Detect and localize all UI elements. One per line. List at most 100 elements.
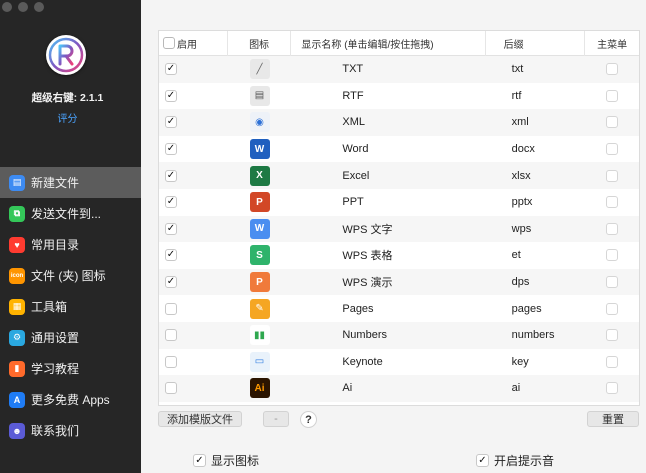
table-row[interactable]: ╱ TXT txt	[159, 56, 639, 83]
table-row[interactable]: ▤ RTF rtf	[159, 82, 639, 110]
main-menu-cell	[585, 295, 639, 322]
sound-option[interactable]: 开启提示音	[476, 452, 554, 469]
show-icon-checkbox[interactable]	[193, 454, 206, 467]
table-row[interactable]: P WPS 演示 dps	[159, 268, 639, 296]
icon-cell: ▭	[228, 349, 292, 376]
suffix-cell: key	[511, 355, 529, 368]
main-menu-checkbox[interactable]	[606, 89, 619, 102]
enabled-cell	[159, 189, 228, 216]
enabled-cell	[159, 295, 228, 322]
enabled-checkbox[interactable]	[165, 329, 177, 342]
sidebar-item-label: 更多免费 Apps	[31, 393, 110, 407]
display-name-cell[interactable]: Pages	[291, 295, 485, 322]
contact-icon: ☻	[9, 422, 25, 439]
display-name-cell[interactable]: WPS 文字	[291, 216, 485, 243]
sidebar-item-6[interactable]: ▮ 学习教程	[0, 353, 141, 384]
display-name-cell[interactable]: Word	[291, 136, 485, 163]
main-menu-cell	[585, 189, 639, 216]
enabled-checkbox[interactable]	[165, 143, 177, 156]
main-menu-checkbox[interactable]	[606, 169, 619, 182]
enabled-checkbox[interactable]	[165, 222, 177, 235]
header-enabled[interactable]: 启用	[159, 31, 228, 56]
enabled-checkbox[interactable]	[165, 116, 177, 129]
table-row[interactable]: ✎ Pages pages	[159, 295, 639, 322]
display-name-cell[interactable]: Excel	[291, 162, 485, 189]
enabled-checkbox[interactable]	[165, 196, 177, 209]
main-menu-checkbox[interactable]	[606, 249, 619, 262]
reset-button[interactable]: 重置	[587, 411, 639, 427]
sidebar-item-7[interactable]: A 更多免费 Apps	[0, 384, 141, 415]
main-menu-cell	[585, 216, 639, 243]
enabled-checkbox[interactable]	[165, 63, 177, 76]
display-name-cell[interactable]: Ai	[291, 375, 485, 402]
sidebar-item-1[interactable]: ⧉ 发送文件到...	[0, 198, 141, 229]
table-row[interactable]: W Word docx	[159, 135, 639, 163]
sidebar-item-0[interactable]: ▤ 新建文件	[0, 167, 141, 198]
display-name-cell[interactable]: WPS 表格	[291, 242, 485, 269]
display-name-cell[interactable]: WPS 演示	[291, 269, 485, 296]
table-row[interactable]: ▮▮ Numbers numbers	[159, 321, 639, 349]
main-menu-checkbox[interactable]	[606, 63, 619, 76]
display-name-cell[interactable]: PPT	[291, 189, 485, 216]
enabled-checkbox[interactable]	[165, 382, 177, 395]
main-menu-checkbox[interactable]	[606, 276, 619, 289]
zoom-window-button[interactable]	[34, 2, 44, 12]
sidebar-item-8[interactable]: ☻ 联系我们	[0, 415, 141, 446]
table-row[interactable]: X Excel xlsx	[159, 162, 639, 189]
document-icon: ▤	[9, 174, 25, 191]
main-menu-cell	[585, 269, 639, 296]
display-name-cell[interactable]: RTF	[291, 83, 485, 110]
enabled-cell	[159, 242, 228, 269]
table-row[interactable]: W WPS 文字 wps	[159, 215, 639, 243]
main-menu-checkbox[interactable]	[606, 382, 619, 395]
rate-link[interactable]: 评分	[0, 110, 135, 125]
sidebar-item-label: 发送文件到...	[31, 207, 102, 221]
main-menu-cell	[585, 109, 639, 136]
enabled-checkbox[interactable]	[165, 89, 177, 102]
main-menu-checkbox[interactable]	[606, 329, 619, 342]
enabled-checkbox[interactable]	[165, 249, 177, 262]
close-window-button[interactable]	[2, 2, 12, 12]
table-row[interactable]: ▭ Keynote key	[159, 348, 639, 376]
header-main-menu: 主菜单	[597, 39, 628, 51]
sound-checkbox[interactable]	[476, 454, 489, 467]
remove-template-button[interactable]: -	[263, 411, 289, 427]
enabled-checkbox[interactable]	[165, 355, 177, 368]
main-menu-checkbox[interactable]	[606, 143, 619, 156]
add-template-button[interactable]: 添加模版文件	[158, 411, 242, 427]
sidebar-item-label: 联系我们	[31, 424, 80, 438]
toolbox-icon: ▦	[9, 298, 25, 315]
send-file-icon: ⧉	[9, 205, 25, 222]
main-menu-cell	[585, 83, 639, 110]
main-menu-cell	[585, 136, 639, 163]
show-icon-option[interactable]: 显示图标	[193, 452, 259, 469]
minimize-window-button[interactable]	[18, 2, 28, 12]
main-menu-checkbox[interactable]	[606, 222, 619, 235]
main-menu-checkbox[interactable]	[606, 116, 619, 129]
sidebar-item-4[interactable]: ▦ 工具箱	[0, 291, 141, 322]
sidebar-item-label: 新建文件	[31, 176, 80, 190]
select-all-checkbox[interactable]	[163, 37, 175, 49]
enabled-checkbox[interactable]	[165, 169, 177, 182]
table-row[interactable]: Ai Ai ai	[159, 375, 639, 402]
header-icon: 图标	[228, 31, 292, 56]
enabled-cell	[159, 322, 228, 349]
display-name-cell[interactable]: Keynote	[291, 349, 485, 376]
display-name-cell[interactable]: Numbers	[291, 322, 485, 349]
sidebar-item-3[interactable]: icon 文件 (夹) 图标	[0, 260, 141, 291]
main-menu-checkbox[interactable]	[606, 302, 619, 315]
icon-cell: ╱	[228, 56, 292, 83]
enabled-checkbox[interactable]	[165, 302, 177, 315]
table-row[interactable]: S WPS 表格 et	[159, 242, 639, 269]
main-menu-checkbox[interactable]	[606, 196, 619, 209]
table-row[interactable]: ◉ XML xml	[159, 109, 639, 136]
enabled-cell	[159, 216, 228, 243]
display-name-cell[interactable]: TXT	[291, 56, 485, 83]
enabled-checkbox[interactable]	[165, 276, 177, 289]
help-button[interactable]: ?	[300, 411, 317, 428]
main-menu-checkbox[interactable]	[606, 355, 619, 368]
sidebar-item-2[interactable]: ♥ 常用目录	[0, 229, 141, 260]
sidebar-item-5[interactable]: ⚙ 通用设置	[0, 322, 141, 353]
table-row[interactable]: P PPT pptx	[159, 188, 639, 216]
display-name-cell[interactable]: XML	[291, 109, 485, 136]
